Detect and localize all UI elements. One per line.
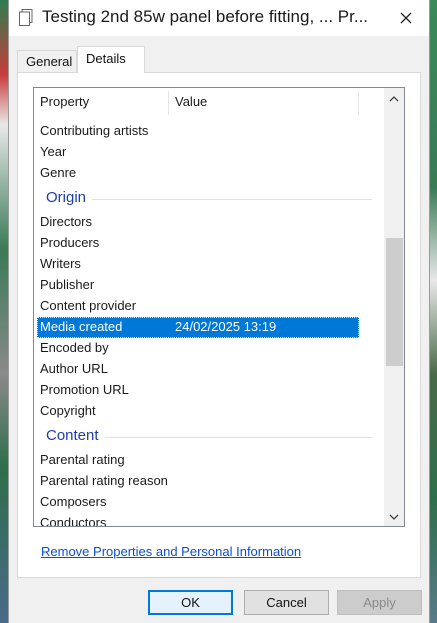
- table-row[interactable]: Parental rating: [37, 450, 359, 471]
- table-row[interactable]: Media created 24/02/2025 13:19: [37, 317, 359, 338]
- table-row[interactable]: Parental rating reason: [37, 471, 359, 492]
- column-header-property[interactable]: Property: [40, 94, 89, 109]
- column-divider[interactable]: [358, 91, 359, 115]
- property-name: Content provider: [40, 298, 137, 313]
- property-name: Conductors: [40, 515, 107, 527]
- property-name: Year: [40, 144, 67, 159]
- group-heading-label: Content: [46, 427, 99, 444]
- table-row[interactable]: Contributing artists: [37, 121, 359, 142]
- background-right: [429, 0, 437, 623]
- cancel-button[interactable]: Cancel: [244, 590, 329, 615]
- table-row[interactable]: Genre: [37, 163, 359, 184]
- properties-dialog: Testing 2nd 85w panel before fitting, ..…: [8, 0, 430, 623]
- property-name: Directors: [40, 214, 93, 229]
- chevron-down-icon: [389, 507, 399, 525]
- table-row[interactable]: Publisher: [37, 275, 359, 296]
- close-icon: [400, 8, 412, 29]
- property-name: Writers: [40, 256, 81, 271]
- table-row[interactable]: Content provider: [37, 296, 359, 317]
- group-heading-label: Origin: [46, 189, 87, 206]
- table-row[interactable]: Author URL: [37, 359, 359, 380]
- scroll-down-button[interactable]: [384, 506, 404, 526]
- tab-details[interactable]: Details: [77, 46, 145, 73]
- ok-button[interactable]: OK: [148, 590, 233, 615]
- background-left: [0, 0, 8, 623]
- property-name: Parental rating: [40, 452, 125, 467]
- vertical-scrollbar[interactable]: [384, 88, 404, 526]
- group-heading-origin: Origin: [37, 187, 372, 211]
- table-row[interactable]: Conductors: [37, 513, 359, 527]
- property-value: 24/02/2025 13:19: [175, 319, 277, 334]
- table-row[interactable]: Composers: [37, 492, 359, 513]
- chevron-up-icon: [389, 89, 399, 107]
- file-properties-icon: [19, 9, 33, 26]
- property-name: Producers: [40, 235, 100, 250]
- group-divider: [92, 199, 372, 200]
- window-title: Testing 2nd 85w panel before fitting, ..…: [42, 7, 369, 26]
- table-row[interactable]: Encoded by: [37, 338, 359, 359]
- table-row[interactable]: Copyright: [37, 401, 359, 422]
- property-name: Genre: [40, 165, 77, 180]
- property-name: Copyright: [40, 403, 96, 418]
- table-row[interactable]: Year: [37, 142, 359, 163]
- scrollbar-thumb[interactable]: [386, 238, 403, 366]
- tab-general[interactable]: General: [17, 50, 77, 72]
- property-name: Publisher: [40, 277, 95, 292]
- table-row[interactable]: Promotion URL: [37, 380, 359, 401]
- property-name: Encoded by: [40, 340, 109, 355]
- remove-properties-link[interactable]: Remove Properties and Personal Informati…: [41, 544, 301, 559]
- table-row[interactable]: Writers: [37, 254, 359, 275]
- property-name: Promotion URL: [40, 382, 129, 397]
- table-row[interactable]: Producers: [37, 233, 359, 254]
- property-name: Parental rating reason: [40, 473, 168, 488]
- property-name: Author URL: [40, 361, 108, 376]
- scroll-up-button[interactable]: [384, 88, 404, 108]
- apply-button[interactable]: Apply: [337, 590, 422, 615]
- close-button[interactable]: [383, 0, 429, 36]
- table-row[interactable]: Directors: [37, 212, 359, 233]
- property-name: Contributing artists: [40, 123, 149, 138]
- property-name: Media created: [40, 319, 123, 334]
- list-header: Property Value: [34, 88, 380, 118]
- title-bar[interactable]: Testing 2nd 85w panel before fitting, ..…: [9, 0, 429, 36]
- property-name: Composers: [40, 494, 107, 509]
- properties-list[interactable]: Property Value Contributing artists Year G…: [33, 87, 405, 527]
- group-heading-content: Content: [37, 425, 372, 449]
- details-panel: Property Value Contributing artists Year G…: [17, 72, 421, 578]
- column-header-value[interactable]: Value: [175, 94, 207, 109]
- group-divider: [105, 437, 372, 438]
- column-divider[interactable]: [168, 91, 169, 115]
